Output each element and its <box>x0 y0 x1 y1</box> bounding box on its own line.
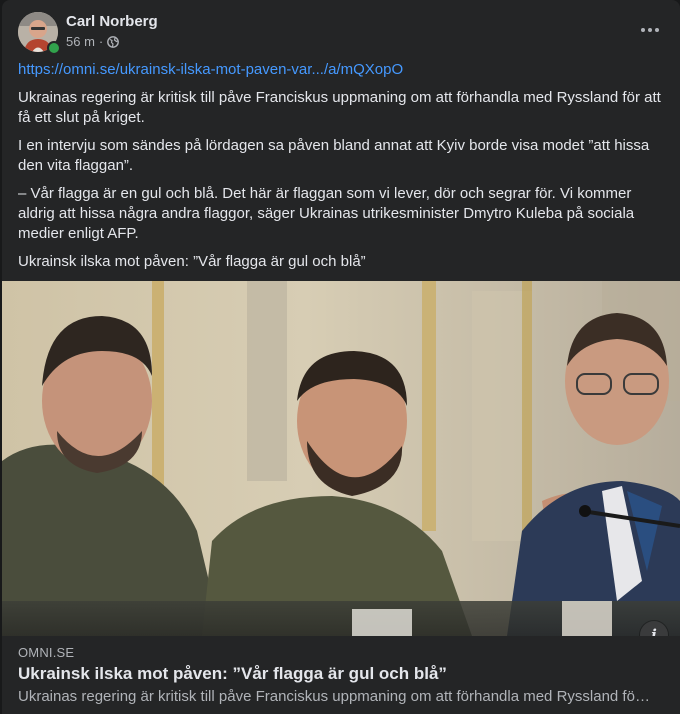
post-time[interactable]: 56 m <box>66 34 95 49</box>
link-preview-domain: OMNI.SE <box>18 645 75 660</box>
link-preview-image[interactable] <box>2 281 680 636</box>
post-paragraph: Ukrainsk ilska mot påven: ”Vår flagga är… <box>18 253 366 270</box>
post-body: https://omni.se/ukrainsk-ilska-mot-paven… <box>18 60 664 280</box>
link-preview-description: Ukrainas regering är kritisk till påve F… <box>18 688 654 705</box>
post-paragraph: – Vår flagga är en gul och blå. Det här … <box>18 185 635 242</box>
online-status-dot <box>47 41 61 55</box>
more-options-icon[interactable] <box>638 18 662 42</box>
post-paragraph: Ukrainas regering är kritisk till påve F… <box>18 89 661 126</box>
post-link[interactable]: https://omni.se/ukrainsk-ilska-mot-paven… <box>18 61 403 78</box>
post-header: Carl Norberg 56 m · <box>18 12 668 55</box>
post-meta: 56 m · <box>66 34 120 49</box>
post-card: Carl Norberg 56 m · https://omni.se/ukra… <box>2 0 680 714</box>
globe-icon[interactable] <box>107 35 120 48</box>
news-photo <box>2 281 680 636</box>
meta-separator: · <box>98 34 104 49</box>
author-name[interactable]: Carl Norberg <box>66 13 158 30</box>
link-preview-title[interactable]: Ukrainsk ilska mot påven: ”Vår flagga är… <box>18 664 447 684</box>
post-paragraph: I en intervju som sändes på lördagen sa … <box>18 137 650 174</box>
link-preview[interactable]: OMNI.SE Ukrainsk ilska mot påven: ”Vår f… <box>2 636 680 714</box>
